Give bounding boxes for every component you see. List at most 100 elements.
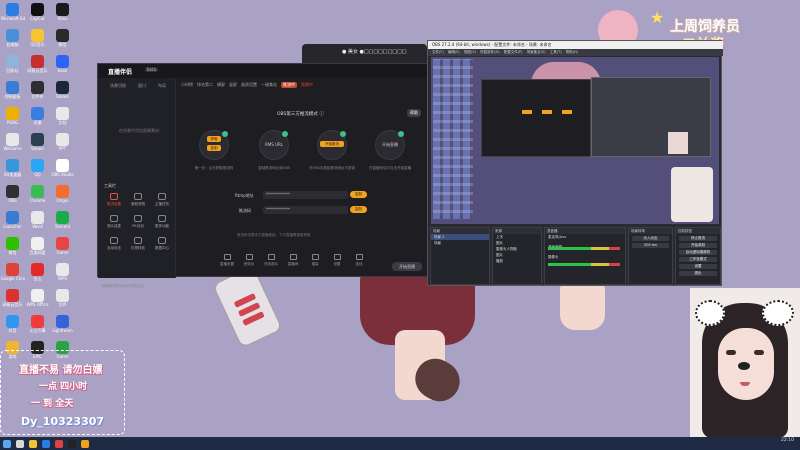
help-button[interactable]: 帮助 bbox=[407, 109, 421, 117]
source-item[interactable]: 播放 bbox=[493, 258, 541, 264]
desktop-icon[interactable]: 文档 bbox=[50, 107, 75, 133]
desktop-icon[interactable]: 火山引擎 bbox=[25, 315, 50, 341]
bottom-tool[interactable]: 福袋 bbox=[307, 254, 323, 278]
desktop-icon[interactable]: Word bbox=[25, 211, 50, 237]
app-icon[interactable] bbox=[55, 439, 63, 448]
desktop-icon[interactable]: WeGame bbox=[0, 133, 25, 159]
folder-icon[interactable] bbox=[29, 439, 37, 448]
studio-mode-button[interactable]: 工作室模式 bbox=[679, 257, 717, 262]
desktop-icon[interactable]: Launcher bbox=[0, 211, 25, 237]
edge-icon[interactable] bbox=[42, 439, 50, 448]
desktop-icon[interactable]: CapCut bbox=[25, 3, 50, 29]
desktop-icon[interactable]: 网易云音乐 bbox=[0, 289, 25, 315]
copy-key-button[interactable]: 复制 bbox=[207, 145, 221, 151]
desktop-icon[interactable]: OBS Studio bbox=[50, 159, 75, 185]
app-titlebar[interactable]: 直播伴侣 beta bbox=[98, 64, 431, 78]
virtual-camera-button[interactable]: 启动虚拟摄像机 bbox=[679, 250, 717, 255]
topbar-item[interactable]: 小时榜 bbox=[181, 82, 193, 88]
key-field[interactable]: ************ bbox=[263, 206, 348, 214]
desktop-icon[interactable]: Tencent bbox=[50, 211, 75, 237]
desktop-icon[interactable]: Chrome bbox=[25, 185, 50, 211]
start-icon[interactable] bbox=[3, 439, 11, 448]
left-tab[interactable]: 布局 bbox=[158, 83, 166, 89]
get-key-button[interactable]: 获取 bbox=[207, 136, 221, 142]
desktop-icon[interactable]: PPT bbox=[50, 133, 75, 159]
bottom-tool[interactable]: 直播间 bbox=[285, 254, 301, 278]
desktop-icon[interactable]: WPS Office bbox=[25, 289, 50, 315]
audio-meter[interactable] bbox=[548, 247, 620, 250]
bottom-tool[interactable]: 在线观众 bbox=[263, 254, 279, 278]
start-live-button[interactable]: 开始直播 bbox=[392, 262, 422, 271]
desktop-icon[interactable]: Game bbox=[50, 237, 75, 263]
desktop-icon[interactable]: 网易云音乐 bbox=[25, 55, 50, 81]
scene-item[interactable]: 场景 bbox=[431, 240, 489, 246]
topbar-item[interactable]: 画质设置 bbox=[241, 82, 257, 88]
bottom-tool[interactable]: 设置 bbox=[329, 254, 345, 278]
desktop-icon[interactable]: 百度网盘 bbox=[25, 237, 50, 263]
topbar-item[interactable]: 直播中 bbox=[301, 82, 313, 88]
tool-button[interactable]: 礼物特效 bbox=[126, 237, 150, 259]
duration-field[interactable]: 300 ms bbox=[632, 243, 669, 248]
tool-button[interactable]: PK对战 bbox=[126, 215, 150, 237]
desktop-icon[interactable]: Steam bbox=[25, 133, 50, 159]
obs-title[interactable]: OBS 27.2.4 (64-bit, windows) - 配置文件: 未命名… bbox=[428, 41, 723, 49]
desktop-icon[interactable]: Microsoft Edge bbox=[0, 3, 25, 29]
tool-button[interactable]: 观众连麦 bbox=[102, 215, 126, 237]
left-tab[interactable]: 窗口 bbox=[138, 83, 146, 89]
agreement-footer[interactable]: 使用前请先阅读并同意协议 bbox=[102, 284, 144, 289]
desktop-icon[interactable]: QQ bbox=[25, 159, 50, 185]
desktop-icon[interactable]: 控制面板 bbox=[0, 81, 25, 107]
tool-button[interactable]: 美颜滤镜 bbox=[126, 193, 150, 215]
desktop-icon[interactable]: UU加速器 bbox=[0, 159, 25, 185]
sources-panel[interactable]: 来源 上字 图片 摄像头人物脸 图片 播放 bbox=[492, 227, 542, 285]
topbar-item[interactable]: 横屏 bbox=[217, 82, 225, 88]
start-push-button[interactable]: 开始推流 bbox=[320, 141, 344, 147]
bottom-tool[interactable]: 连线 bbox=[351, 254, 367, 278]
obs-menubar[interactable]: 文件(F) 编辑(E) 视图(V) 停靠部件(D) 配置文件(P) 场景集合(S… bbox=[428, 49, 723, 56]
obs-preview[interactable] bbox=[431, 57, 719, 224]
stop-stream-button[interactable]: 停止推流 bbox=[679, 236, 717, 241]
tool-button[interactable]: 主播任务 bbox=[150, 193, 174, 215]
desktop-icon[interactable]: 迅雷 bbox=[25, 107, 50, 133]
obs-icon[interactable] bbox=[68, 439, 76, 448]
audio-meter[interactable] bbox=[548, 263, 620, 266]
copy-rtmp-button[interactable]: 复制 bbox=[350, 191, 367, 198]
desktop-icon[interactable]: WPS bbox=[50, 263, 75, 289]
desktop-icon[interactable]: 文件夹 bbox=[25, 81, 50, 107]
desktop-icon[interactable]: Lightroom bbox=[50, 315, 75, 341]
settings-button[interactable]: 设置 bbox=[679, 264, 717, 269]
live-companion-window[interactable]: 直播伴侣 beta 场景切换 窗口 布局 在场景中添加直播素材 工具栏 推流设置 美颜… bbox=[97, 63, 431, 288]
tool-button[interactable]: 互动玩法 bbox=[102, 237, 126, 259]
rtmp-field[interactable]: ************ bbox=[263, 191, 348, 199]
copy-key-field-button[interactable]: 复制 bbox=[350, 206, 367, 213]
companion-icon[interactable] bbox=[81, 439, 89, 448]
tool-button[interactable]: 推流设置 bbox=[102, 193, 126, 215]
desktop-icon[interactable]: 金山 bbox=[25, 263, 50, 289]
desktop-icon[interactable]: Steam bbox=[50, 81, 75, 107]
transition-select[interactable]: 淡入淡出 bbox=[632, 236, 669, 241]
desktop-icon[interactable]: 文件 bbox=[50, 289, 75, 315]
bottom-tool[interactable]: 直播设置 bbox=[219, 254, 235, 278]
controls-panel[interactable]: 控制按钮 停止推流 开始录制 启动虚拟摄像机 工作室模式 设置 退出 bbox=[675, 227, 721, 285]
desktop-icon[interactable]: QQ音乐 bbox=[25, 29, 50, 55]
left-tab[interactable]: 场景切换 bbox=[110, 83, 126, 89]
desktop-icon[interactable]: 回收站 bbox=[0, 55, 25, 81]
desktop-icon[interactable]: Kook bbox=[50, 55, 75, 81]
topbar-item[interactable]: 竖屏 bbox=[229, 82, 237, 88]
bottom-tool[interactable]: 音效台 bbox=[241, 254, 257, 278]
desktop-icon[interactable]: 抖音 bbox=[0, 315, 25, 341]
desktop-icon[interactable]: PUBG bbox=[0, 107, 25, 133]
tool-button[interactable]: 数据中心 bbox=[150, 237, 174, 259]
desktop-icon[interactable]: Origin bbox=[50, 185, 75, 211]
mixer-panel[interactable]: 混音器 麦克风/Aux 桌面音频 摄像头 bbox=[544, 227, 626, 285]
obs-window[interactable]: OBS 27.2.4 (64-bit, windows) - 配置文件: 未命名… bbox=[427, 40, 723, 286]
desktop-icon[interactable]: 此电脑 bbox=[0, 29, 25, 55]
topbar-item[interactable]: 排名第二 bbox=[197, 82, 213, 88]
desktop-icon[interactable]: Xbox bbox=[50, 3, 75, 29]
desktop-icon[interactable]: 微信 bbox=[50, 29, 75, 55]
exit-button[interactable]: 退出 bbox=[679, 271, 717, 276]
topbar-item[interactable]: 推流中 bbox=[281, 82, 297, 88]
transitions-panel[interactable]: 场景转场 淡入淡出 300 ms bbox=[628, 227, 673, 285]
topbar-item[interactable]: 一键美化 bbox=[261, 82, 277, 88]
desktop-icon[interactable]: OBS bbox=[0, 185, 25, 211]
